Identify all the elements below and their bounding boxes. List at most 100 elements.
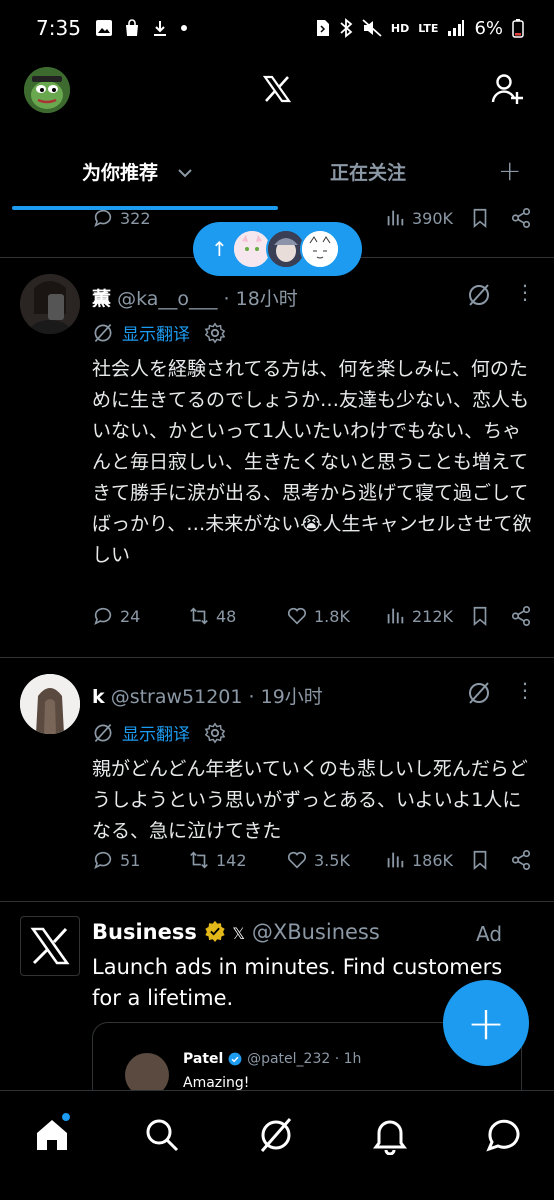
signal-icon xyxy=(448,20,465,36)
tab-following[interactable]: 正在关注 xyxy=(330,158,406,185)
bell-icon[interactable] xyxy=(370,1115,410,1155)
tweet-time: · 18小时 xyxy=(223,288,298,310)
tweet-author-avatar[interactable] xyxy=(20,674,80,734)
profile-avatar[interactable] xyxy=(24,67,70,113)
share-button[interactable] xyxy=(510,849,532,871)
reply-button[interactable]: 51 xyxy=(92,849,140,871)
like-button[interactable]: 1.8K xyxy=(286,605,350,627)
tweet-text: 社会人を経験されてる方は、何を楽しみに、何のために生きてるのでしょうか…友達も少… xyxy=(92,358,532,566)
like-count: 3.5K xyxy=(314,850,350,870)
sim-icon xyxy=(316,20,329,36)
reply-count: 51 xyxy=(120,850,141,870)
views-count: 390K xyxy=(412,208,454,228)
share-button[interactable] xyxy=(510,207,532,229)
views-icon xyxy=(387,852,404,868)
reply-button[interactable]: 322 xyxy=(92,207,151,229)
share-icon xyxy=(511,208,531,228)
bookmark-icon xyxy=(473,850,487,871)
more-options-icon[interactable]: ⋮ xyxy=(515,282,535,302)
mute-icon xyxy=(362,19,382,37)
bookmark-button[interactable] xyxy=(469,849,491,871)
ad-label: Ad xyxy=(476,922,503,946)
verified-gold-icon xyxy=(204,920,225,942)
retweet-icon xyxy=(190,851,208,869)
views-button[interactable]: 390K xyxy=(384,207,453,229)
grok-icon[interactable] xyxy=(256,1115,296,1155)
tweet[interactable]: 薫 @ka__o___ · 18小时 ⋮ 显示翻译 社会人を経験されてる方は、何… xyxy=(0,258,554,658)
search-icon[interactable] xyxy=(142,1115,182,1155)
translate-row: 显示翻译 xyxy=(92,720,226,745)
share-icon xyxy=(511,850,531,870)
card-text: Amazing! xyxy=(183,1075,250,1091)
views-button[interactable]: 186K xyxy=(384,849,453,871)
messages-icon[interactable] xyxy=(484,1115,524,1155)
ad-author-handle[interactable]: @XBusiness xyxy=(252,920,380,944)
battery-icon xyxy=(512,19,524,38)
retweet-icon xyxy=(190,607,208,625)
share-icon xyxy=(511,606,531,626)
reply-icon xyxy=(94,607,112,625)
share-button[interactable] xyxy=(510,605,532,627)
dot-icon xyxy=(180,25,187,31)
add-tab-icon[interactable]: + xyxy=(498,154,521,187)
feed-tabs: 为你推荐 正在关注 + xyxy=(0,140,554,210)
author-handle[interactable]: @ka__o___ xyxy=(117,288,217,310)
retweet-button[interactable]: 142 xyxy=(188,849,247,871)
heart-icon xyxy=(287,851,307,869)
bottom-nav xyxy=(0,1090,554,1200)
grok-icon[interactable] xyxy=(466,680,492,706)
verified-blue-icon xyxy=(228,1052,242,1066)
ad-avatar[interactable] xyxy=(20,916,80,976)
affiliate-x-icon: 𝕏 xyxy=(232,924,246,943)
show-translation-link[interactable]: 显示翻译 xyxy=(122,320,190,345)
show-translation-link[interactable]: 显示翻译 xyxy=(122,720,190,745)
add-user-icon[interactable] xyxy=(490,72,524,106)
gear-icon[interactable] xyxy=(204,322,226,344)
grok-icon xyxy=(94,323,112,342)
image-icon xyxy=(95,20,112,36)
tweet-time: · 19小时 xyxy=(248,686,323,708)
tweet[interactable]: k @straw51201 · 19小时 ⋮ 显示翻译 親がどんどん年老いていく… xyxy=(0,658,554,902)
like-button[interactable]: 3.5K xyxy=(286,849,350,871)
heart-icon xyxy=(287,607,307,625)
x-logo-icon[interactable] xyxy=(262,74,292,104)
ad-author-name[interactable]: Business xyxy=(92,920,197,944)
bookmark-icon xyxy=(473,606,487,627)
reply-count: 322 xyxy=(120,208,151,228)
bookmark-button[interactable] xyxy=(469,605,491,627)
views-button[interactable]: 212K xyxy=(384,605,453,627)
views-icon xyxy=(387,608,404,624)
tweet-text: 親がどんどん年老いていくのも悲しいし死んだらどうしようという思いがずっとある、い… xyxy=(92,758,528,842)
hd-label: HD xyxy=(390,21,410,35)
views-count: 186K xyxy=(412,850,454,870)
tweet-header: k @straw51201 · 19小时 xyxy=(92,682,323,709)
lte-label: LTE xyxy=(418,21,439,35)
tweet-author-avatar[interactable] xyxy=(20,274,80,334)
plus-icon: + xyxy=(466,996,506,1050)
tab-for-you[interactable]: 为你推荐 xyxy=(82,158,193,185)
grok-icon[interactable] xyxy=(466,282,492,308)
bookmark-icon xyxy=(473,208,487,229)
status-bar: 7:35 HD LTE 6% xyxy=(0,0,554,56)
reply-count: 24 xyxy=(120,606,141,626)
card-author-name: Patel xyxy=(183,1051,224,1067)
card-author-handle: @patel_232 · 1h xyxy=(247,1051,362,1067)
author-name[interactable]: 薫 xyxy=(92,288,111,310)
bookmark-button[interactable] xyxy=(469,207,491,229)
reply-button[interactable]: 24 xyxy=(92,605,140,627)
chevron-down-icon[interactable] xyxy=(177,162,193,184)
tab-for-you-label: 为你推荐 xyxy=(82,162,159,184)
views-count: 212K xyxy=(412,606,454,626)
gear-icon[interactable] xyxy=(204,722,226,744)
author-handle[interactable]: @straw51201 xyxy=(111,686,243,708)
more-options-icon[interactable]: ⋮ xyxy=(515,680,535,700)
author-name[interactable]: k xyxy=(92,686,105,708)
ad-header: Business 𝕏 @XBusiness xyxy=(92,920,380,944)
retweet-button[interactable]: 48 xyxy=(188,605,236,627)
compose-button[interactable]: + xyxy=(443,980,529,1066)
like-count: 1.8K xyxy=(314,606,350,626)
bluetooth-icon xyxy=(340,18,353,38)
notification-dot xyxy=(60,1111,72,1123)
reply-icon xyxy=(94,851,112,869)
tweet-header: 薫 @ka__o___ · 18小时 xyxy=(92,284,298,311)
